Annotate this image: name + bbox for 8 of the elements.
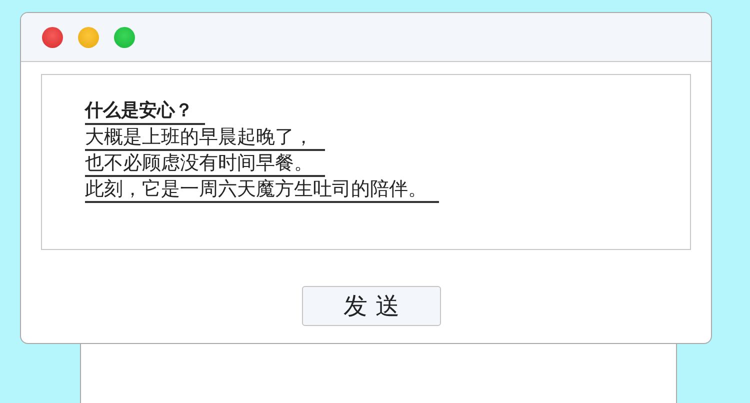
close-button[interactable] <box>42 26 63 48</box>
send-button[interactable]: 发 送 <box>302 286 441 326</box>
message-line: 大概是上班的早晨起晚了， <box>85 125 325 151</box>
zoom-button[interactable] <box>114 26 135 48</box>
minimize-button[interactable] <box>78 26 99 48</box>
message-line: 也不必顾虑没有时间早餐。 <box>85 151 325 177</box>
message-title: 什么是安心？ <box>85 99 205 125</box>
message-line: 此刻，它是一周六天魔方生吐司的陪伴。 <box>85 177 439 203</box>
